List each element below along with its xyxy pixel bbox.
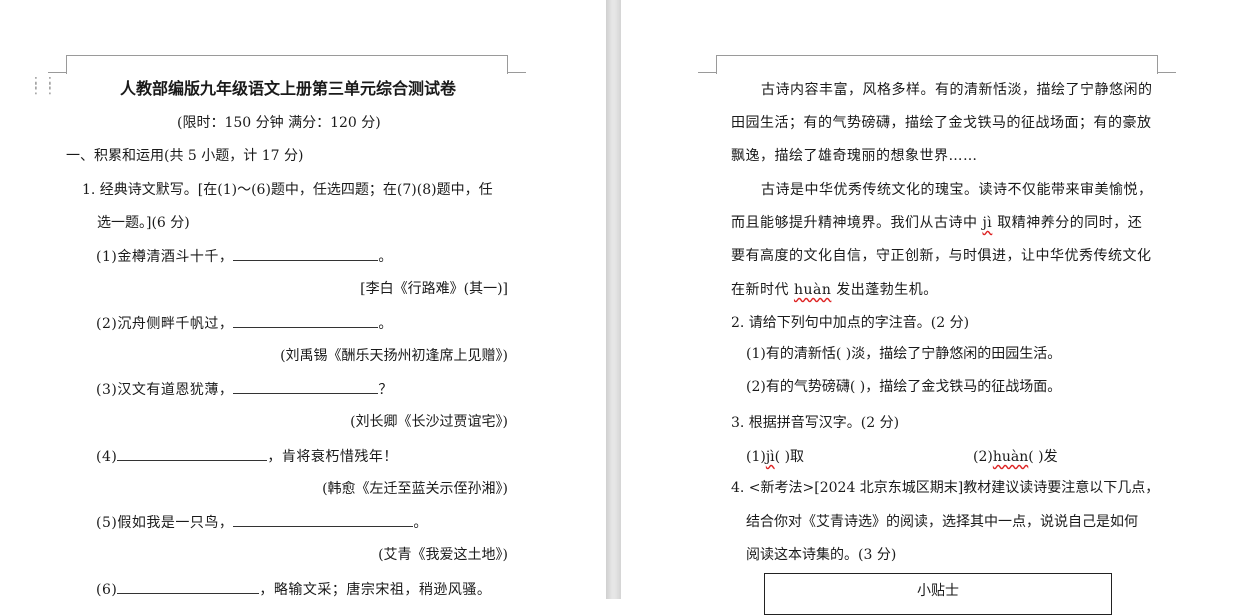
question-4-line-1: 4. <新考法>[2024 北京东城区期末]教材建议读诗要注意以下几点， xyxy=(731,480,1160,496)
poem-item-text: (5)假如我是一只鸟， xyxy=(96,515,234,531)
poem-source-5: (艾青《我爱这土地》) xyxy=(378,547,508,563)
page-gutter xyxy=(606,0,621,599)
poem-item-5: (5)假如我是一只鸟， 。 xyxy=(96,513,428,532)
question-2-item-1: (1)有的清新恬( )淡，描绘了宁静悠闲的田园生活。 xyxy=(746,346,1062,362)
header-corner-mark xyxy=(1158,72,1176,73)
question-1-line-2: 选一题。](6 分) xyxy=(97,215,190,231)
poem-source-2: (刘禹锡《酬乐天扬州初逢席上见赠》) xyxy=(280,348,508,364)
question-4-line-2: 结合你对《艾青诗选》的阅读，选择其中一点，说说自己是如何 xyxy=(746,514,1138,530)
poem-source-3: (刘长卿《长沙过贾谊宅》) xyxy=(350,414,508,430)
document-page-right: 古诗内容丰富，风格多样。有的清新恬淡，描绘了宁静悠闲的 田园生活；有的气势磅礴，… xyxy=(621,0,1235,599)
item-text: ( )发 xyxy=(1028,449,1058,465)
item-number: (1) xyxy=(746,449,766,465)
drag-handle-icon[interactable]: ⋮⋮ ⋮⋮ xyxy=(29,76,57,98)
poem-item-text: (3)汉文有道恩犹薄， xyxy=(96,382,234,398)
poem-item-2: (2)沉舟侧畔千帆过， 。 xyxy=(96,314,393,333)
answer-blank[interactable] xyxy=(117,447,268,461)
passage-text: 而且能够提升精神境界。我们从古诗中 xyxy=(731,215,983,231)
question-3-item-2: (2)huàn( )发 xyxy=(973,448,1058,466)
poem-item-3: (3)汉文有道恩犹薄， ？ xyxy=(96,380,393,399)
poem-item-text: 。 xyxy=(413,515,428,531)
passage-line: 在新时代 huàn 发出蓬勃生机。 xyxy=(731,281,938,299)
pinyin-marked: jì xyxy=(765,449,775,465)
passage-line: 古诗内容丰富，风格多样。有的清新恬淡，描绘了宁静悠闲的 xyxy=(761,82,1153,98)
passage-line: 要有高度的文化自信，守正创新，与时俱进，让中华优秀传统文化 xyxy=(731,248,1152,264)
answer-blank[interactable] xyxy=(233,247,379,261)
page-title: 人教部编版九年级语文上册第三单元综合测试卷 xyxy=(120,79,457,98)
passage-text: 取精神养分的同时，还 xyxy=(992,215,1143,231)
item-text: ( )取 xyxy=(774,449,805,465)
poem-item-text: ，略输文采；唐宗宋祖，稍逊风骚。 xyxy=(259,582,492,598)
header-corner-mark xyxy=(48,72,66,73)
poem-source-4: (韩愈《左迁至蓝关示侄孙湘》) xyxy=(322,481,508,497)
tips-title: 小贴士 xyxy=(917,583,959,599)
tips-box: 小贴士 xyxy=(764,573,1112,615)
passage-text: 发出蓬勃生机。 xyxy=(831,282,938,298)
answer-blank[interactable] xyxy=(233,513,414,527)
header-corner-mark xyxy=(508,72,526,73)
header-margin-mark xyxy=(66,55,508,74)
poem-item-6: (6) ，略输文采；唐宗宋祖，稍逊风骚。 xyxy=(96,580,491,599)
poem-source-1: [李白《行路难》(其一)] xyxy=(360,281,508,297)
passage-line: 田园生活；有的气势磅礴，描绘了金戈铁马的征战场面；有的豪放 xyxy=(731,115,1152,131)
poem-item-1: (1)金樽清酒斗十千， 。 xyxy=(96,247,393,266)
poem-item-text: ？ xyxy=(378,382,393,398)
passage-line: 古诗是中华优秀传统文化的瑰宝。读诗不仅能带来审美愉悦， xyxy=(761,182,1153,198)
poem-item-text: (2)沉舟侧畔千帆过， xyxy=(96,316,234,332)
poem-item-text: (6) xyxy=(96,582,118,598)
pinyin-marked: huàn xyxy=(992,449,1029,465)
answer-blank[interactable] xyxy=(117,580,260,594)
pinyin-marked: jì xyxy=(982,215,993,231)
poem-item-text: ，肯将衰朽惜残年！ xyxy=(267,449,398,465)
answer-blank[interactable] xyxy=(233,314,379,328)
answer-blank[interactable] xyxy=(233,380,379,394)
exam-meta: (限时：150 分钟 满分：120 分) xyxy=(177,115,381,131)
question-3: 3. 根据拼音写汉字。(2 分) xyxy=(731,415,900,431)
header-margin-mark xyxy=(716,55,1158,74)
question-2-item-2: (2)有的气势磅礴( )，描绘了金戈铁马的征战场面。 xyxy=(746,379,1062,395)
question-4-line-3: 阅读这本诗集的。(3 分) xyxy=(746,547,897,563)
passage-line: 而且能够提升精神境界。我们从古诗中 jì 取精神养分的同时，还 xyxy=(731,214,1142,232)
poem-item-text: 。 xyxy=(378,249,393,265)
poem-item-text: 。 xyxy=(378,316,393,332)
question-3-item-1: (1)jì( )取 xyxy=(746,448,804,466)
poem-item-text: (4) xyxy=(96,449,118,465)
question-2: 2. 请给下列句中加点的字注音。(2 分) xyxy=(731,315,970,331)
header-corner-mark xyxy=(698,72,716,73)
item-number: (2) xyxy=(973,449,993,465)
poem-item-4: (4) ，肯将衰朽惜残年！ xyxy=(96,447,398,466)
pinyin-marked: huàn xyxy=(793,282,832,298)
question-1-line-1: 1. 经典诗文默写。[在(1)～(6)题中，任选四题；在(7)(8)题中，任 xyxy=(82,182,493,198)
passage-line: 飘逸，描绘了雄奇瑰丽的想象世界…… xyxy=(731,148,978,164)
section-heading: 一、积累和运用(共 5 小题，计 17 分) xyxy=(66,148,304,164)
document-page-left: ⋮⋮ ⋮⋮ 人教部编版九年级语文上册第三单元综合测试卷 (限时：150 分钟 满分… xyxy=(0,0,606,599)
poem-item-text: (1)金樽清酒斗十千， xyxy=(96,249,234,265)
passage-text: 在新时代 xyxy=(731,282,794,298)
